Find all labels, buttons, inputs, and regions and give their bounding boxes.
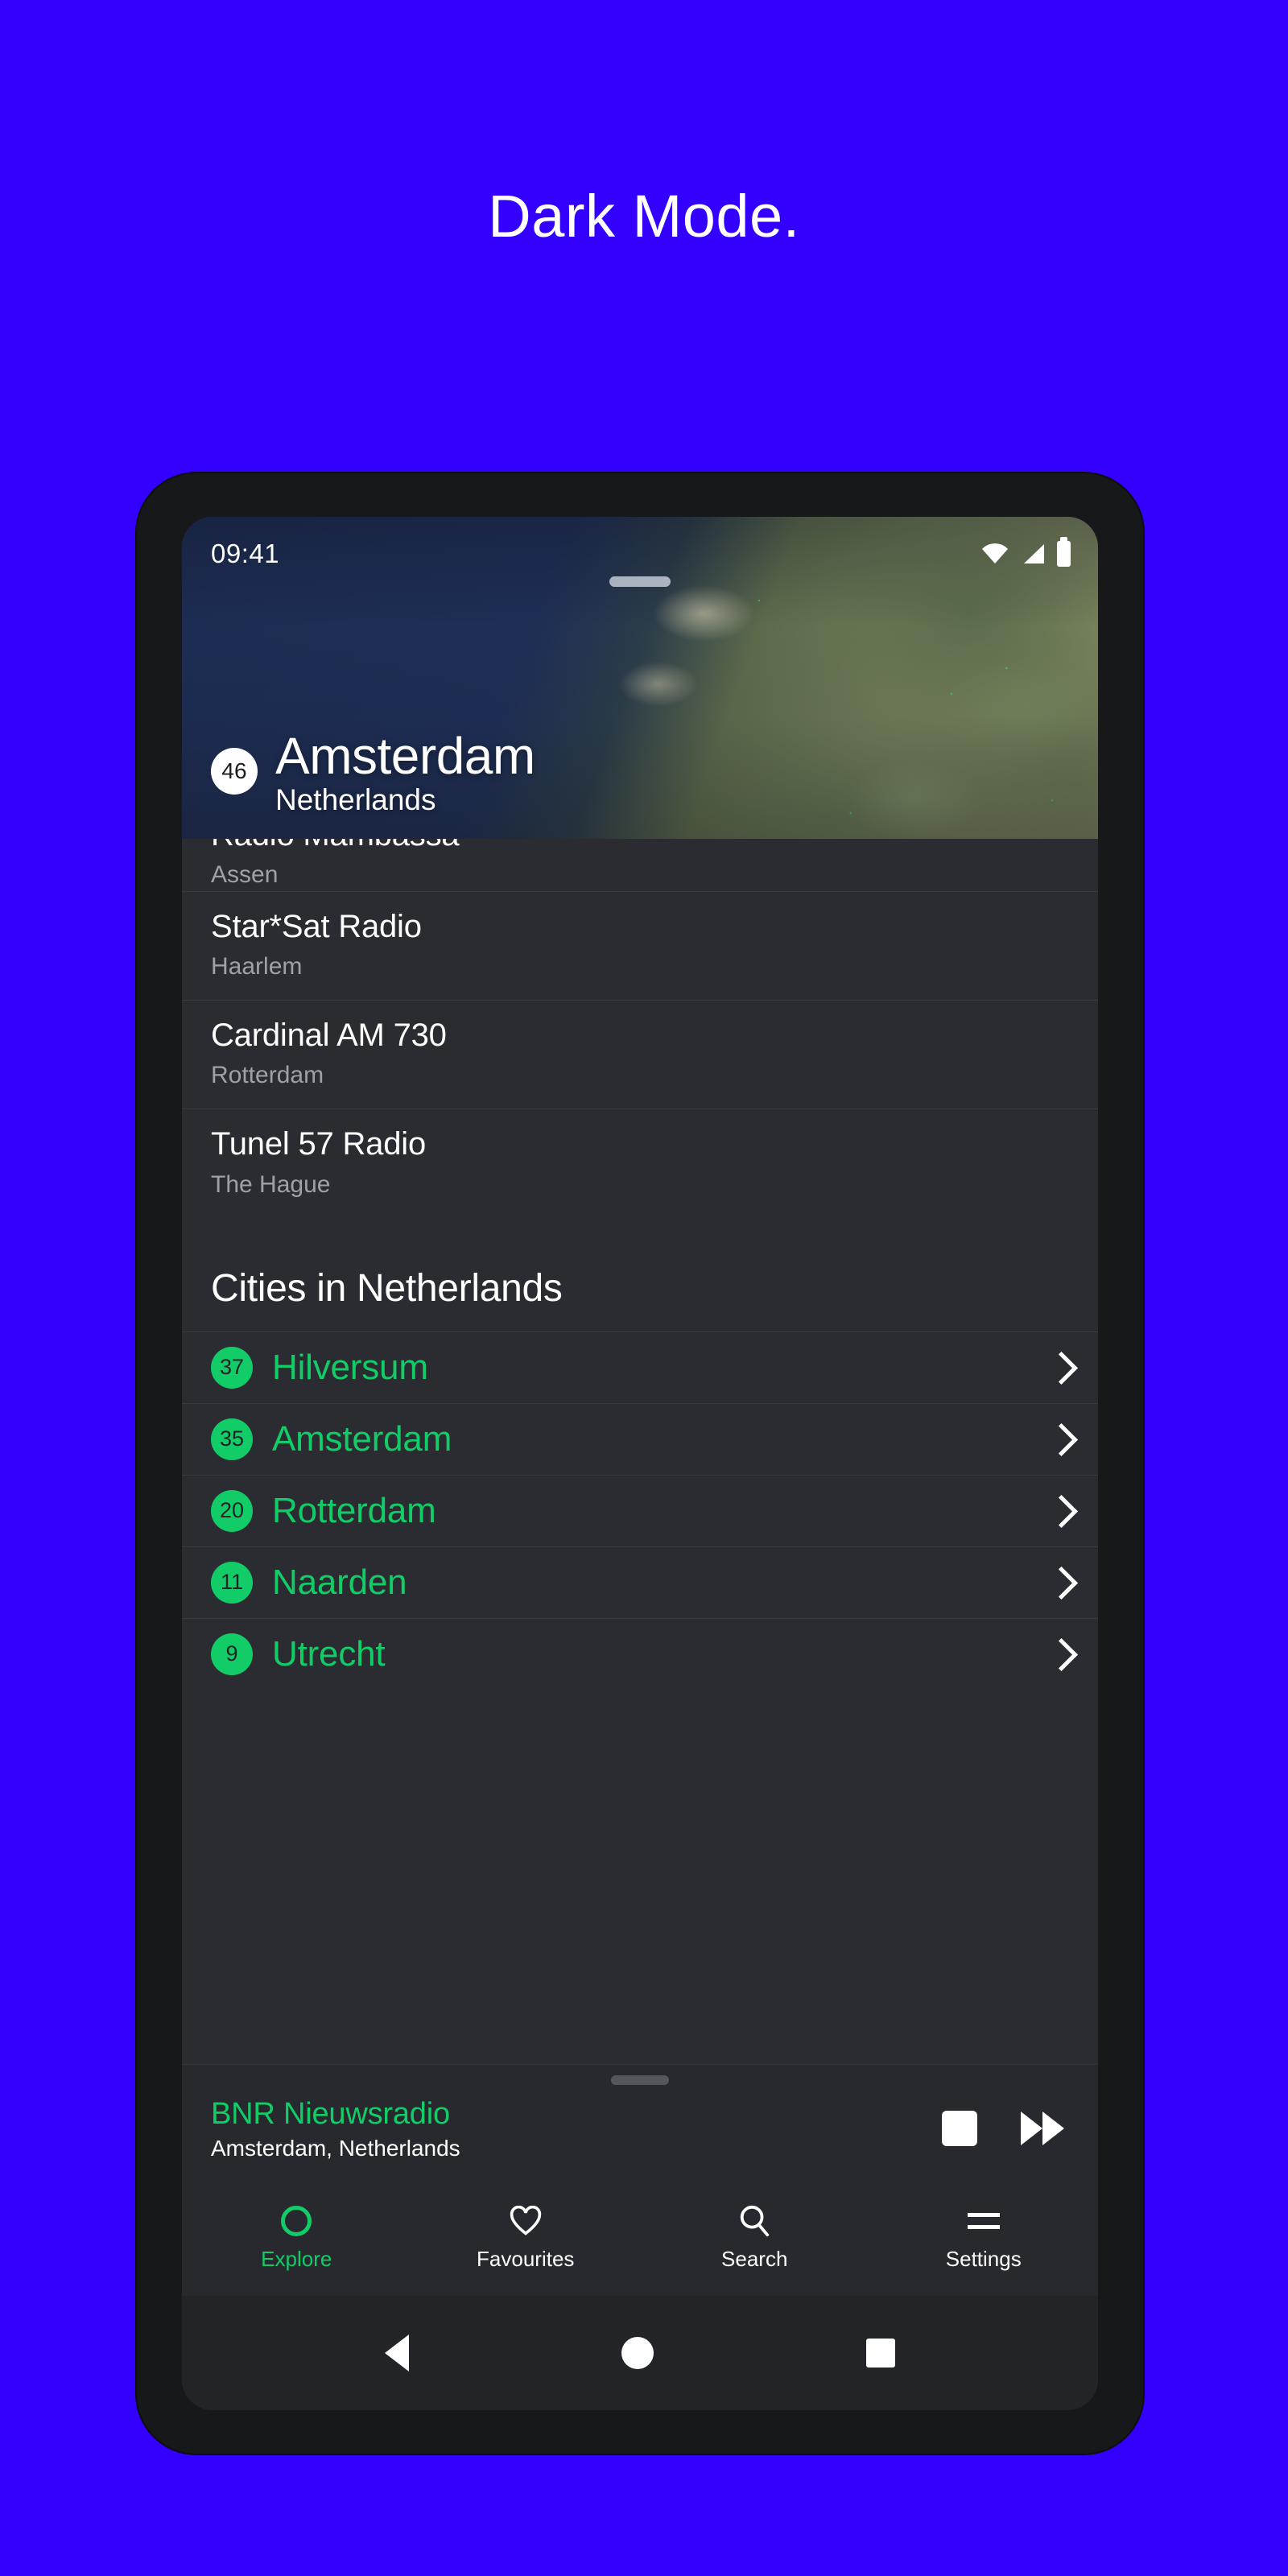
tab-explore[interactable]: Explore [182,2202,411,2272]
city-name: Amsterdam [272,1418,452,1459]
status-icons [981,537,1071,567]
stop-icon[interactable] [942,2110,977,2146]
content-scroll-area[interactable]: Radio Mambassa Assen Star*Sat Radio Haar… [182,839,1098,2183]
city-station-count-badge: 9 [211,1633,253,1675]
station-name: Cardinal AM 730 [211,1018,447,1054]
chevron-right-icon [1048,1564,1069,1601]
station-name: Tunel 57 Radio [211,1126,427,1162]
hero-station-count-badge: 46 [211,747,258,795]
chevron-right-icon [1048,1349,1069,1386]
phone-screen: 09:41 46 Amsterdam Netherlands Assen Sta… [182,517,1098,2410]
wifi-icon [981,543,1009,564]
player-meta: BNR Nieuwsradio Amsterdam, Netherlands [211,2085,942,2163]
city-row-utrecht[interactable]: 9 Utrecht [182,1617,1098,1690]
hero-drag-handle[interactable] [609,576,671,587]
hero-country-name: Netherlands [275,782,436,816]
station-city: Haarlem [211,953,303,980]
station-row[interactable]: Tunel 57 Radio The Hague [182,1109,1098,1217]
heart-icon [510,2202,542,2240]
city-station-count-badge: 35 [211,1418,253,1460]
home-icon[interactable] [621,2337,654,2369]
station-city: The Hague [211,1170,331,1198]
recents-icon[interactable] [866,2339,895,2368]
city-row-rotterdam[interactable]: 20 Rotterdam [182,1474,1098,1546]
tab-settings[interactable]: Settings [869,2202,1099,2272]
status-time: 09:41 [211,539,280,568]
city-row-amsterdam[interactable]: 35 Amsterdam [182,1402,1098,1475]
now-playing-bar[interactable]: BNR Nieuwsradio Amsterdam, Netherlands [182,2064,1098,2183]
player-station-name: BNR Nieuwsradio [211,2096,450,2131]
tab-search[interactable]: Search [640,2202,869,2272]
city-station-count-badge: 20 [211,1489,253,1532]
city-row-naarden[interactable]: 11 Naarden [182,1546,1098,1618]
city-name: Naarden [272,1562,407,1602]
android-navigation-bar [182,2296,1098,2410]
signal-icon [1021,543,1045,564]
tab-label: Search [721,2247,788,2271]
station-row[interactable]: Star*Sat Radio Haarlem [182,892,1098,1001]
city-row-hilversum[interactable]: 37 Hilversum [182,1331,1098,1403]
hero-title-block: 46 Amsterdam Netherlands [211,730,535,816]
station-name: Radio Mambassa [211,839,1069,856]
tab-label: Settings [945,2247,1022,2271]
station-name: Star*Sat Radio [211,909,422,944]
station-row[interactable]: Cardinal AM 730 Rotterdam [182,1001,1098,1110]
player-drag-handle[interactable] [611,2075,669,2085]
tab-label: Explore [261,2247,332,2271]
map-hero-header[interactable]: 09:41 46 Amsterdam Netherlands [182,517,1098,839]
circle-icon [281,2202,312,2240]
city-station-count-badge: 11 [211,1561,253,1604]
player-controls [942,2102,1066,2147]
bottom-tab-bar: Explore Favourites Search Settings [182,2183,1098,2296]
chevron-right-icon [1048,1636,1069,1673]
hamburger-icon [967,2202,1000,2240]
cities-section-heading: Cities in Netherlands [211,1266,563,1310]
page-title: Dark Mode. [488,183,800,250]
hero-city-name: Amsterdam [275,727,535,786]
city-name: Utrecht [272,1633,386,1674]
city-name: Hilversum [272,1347,428,1387]
chevron-right-icon [1048,1492,1069,1530]
station-city: Assen [211,861,279,889]
search-icon [737,2202,771,2240]
city-name: Rotterdam [272,1490,436,1530]
tab-label: Favourites [477,2247,575,2271]
player-station-location: Amsterdam, Netherlands [211,2135,460,2161]
battery-icon [1057,537,1071,567]
station-city: Rotterdam [211,1062,324,1089]
chevron-right-icon [1048,1421,1069,1458]
city-station-count-badge: 37 [211,1346,253,1389]
fast-forward-icon[interactable] [1019,2110,1066,2147]
hero-names: Amsterdam Netherlands [275,730,535,816]
tab-favourites[interactable]: Favourites [411,2202,641,2272]
back-icon[interactable] [385,2334,409,2372]
station-row[interactable]: Radio Mambassa Assen [182,839,1098,892]
phone-frame: 09:41 46 Amsterdam Netherlands Assen Sta… [137,473,1143,2454]
